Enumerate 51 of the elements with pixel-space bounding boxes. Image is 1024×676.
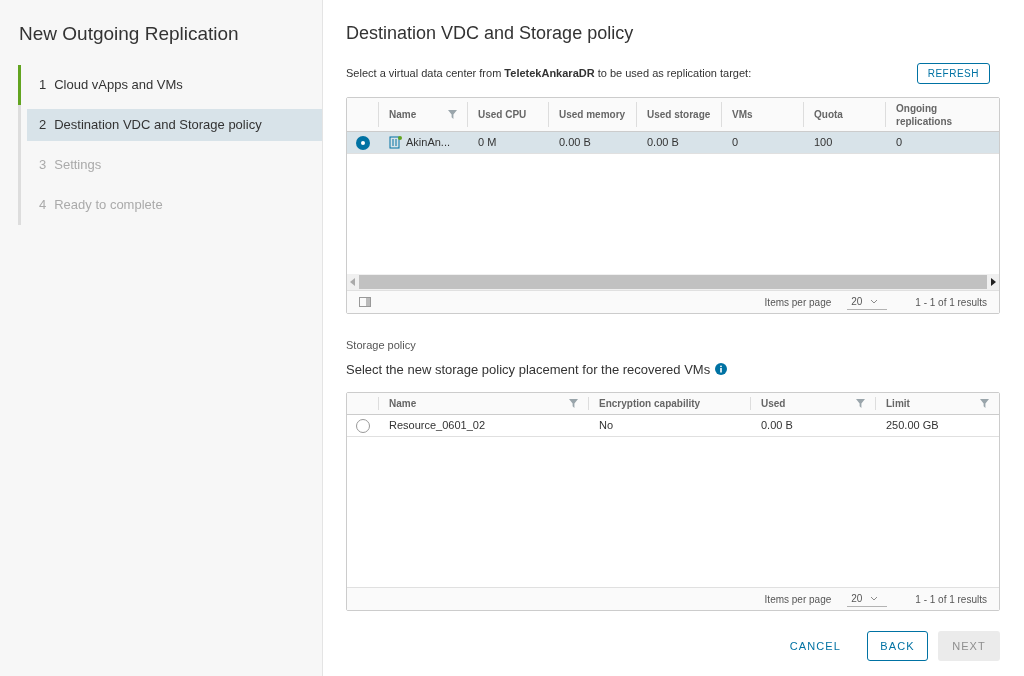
back-button[interactable]: BACK	[867, 631, 928, 661]
page-size-select[interactable]: 20	[847, 591, 888, 607]
chevron-down-icon[interactable]	[870, 299, 879, 304]
filter-icon[interactable]	[980, 399, 989, 408]
table-cell-text: Resource_0601_02	[389, 418, 486, 434]
section-description: Select the new storage policy placement for the recovered VMs	[346, 360, 711, 379]
wizard-title: New Outgoing Replication	[19, 22, 240, 46]
results-count: 1 - 1 of 1 results	[915, 592, 987, 607]
table-row[interactable]: AkinAn... 0 M 0.00 B 0.00 B 0 100 0	[347, 132, 999, 154]
page-size-select[interactable]: 20	[847, 294, 888, 310]
filter-icon[interactable]	[448, 110, 457, 119]
table-cell-text: 100	[814, 135, 833, 151]
column-header: Used	[761, 397, 786, 410]
table-cell-text: 250.00 GB	[886, 418, 939, 434]
column-header: Used storage	[647, 108, 711, 121]
radio-button[interactable]	[356, 418, 370, 433]
results-count: 1 - 1 of 1 results	[915, 295, 987, 310]
column-header: Ongoing replications	[896, 101, 954, 128]
table-cell-text: 0	[732, 135, 739, 151]
table-cell-text: AkinAn...	[406, 135, 451, 151]
column-header: VMs	[732, 108, 754, 121]
column-header: Encryption capability	[599, 397, 701, 410]
column-toggle-icon[interactable]	[359, 297, 371, 307]
table-cell-text: 0.00 B	[761, 418, 793, 434]
horizontal-scrollbar[interactable]	[347, 274, 999, 290]
filter-icon[interactable]	[856, 399, 865, 408]
table-cell-text: 0	[896, 135, 903, 151]
items-per-page-label: Items per page	[764, 295, 832, 310]
table-cell-text: No	[599, 418, 614, 434]
page-title: Destination VDC and Storage policy	[346, 22, 635, 45]
radio-button[interactable]	[356, 135, 370, 150]
datacenter-icon	[389, 136, 402, 149]
items-per-page-label: Items per page	[764, 592, 832, 607]
column-header: Quota	[814, 108, 844, 121]
column-header: Name	[389, 108, 418, 121]
column-header: Name	[389, 397, 417, 410]
wizard-step[interactable]: 2 Destination VDC and Storage policy	[27, 108, 322, 141]
info-icon[interactable]	[715, 363, 728, 376]
wizard-step[interactable]: 1 Cloud vApps and VMs	[27, 68, 322, 101]
column-header: Used CPU	[478, 108, 528, 121]
column-header: Used memory	[559, 108, 626, 121]
chevron-down-icon[interactable]	[870, 596, 879, 601]
filter-icon[interactable]	[569, 399, 578, 408]
refresh-button[interactable]: REFRESH	[916, 63, 990, 84]
section-heading: Storage policy	[346, 338, 417, 353]
table-cell-text: 0 M	[478, 135, 497, 151]
cancel-button[interactable]: CANCEL	[773, 631, 857, 661]
intro-text: Select a virtual data center from TeletekAnkaraDR to be used as replication target:	[346, 66, 752, 82]
column-header: Limit	[886, 397, 910, 410]
table-cell-text: 0.00 B	[559, 135, 591, 151]
table-cell-text: 0.00 B	[647, 135, 679, 151]
